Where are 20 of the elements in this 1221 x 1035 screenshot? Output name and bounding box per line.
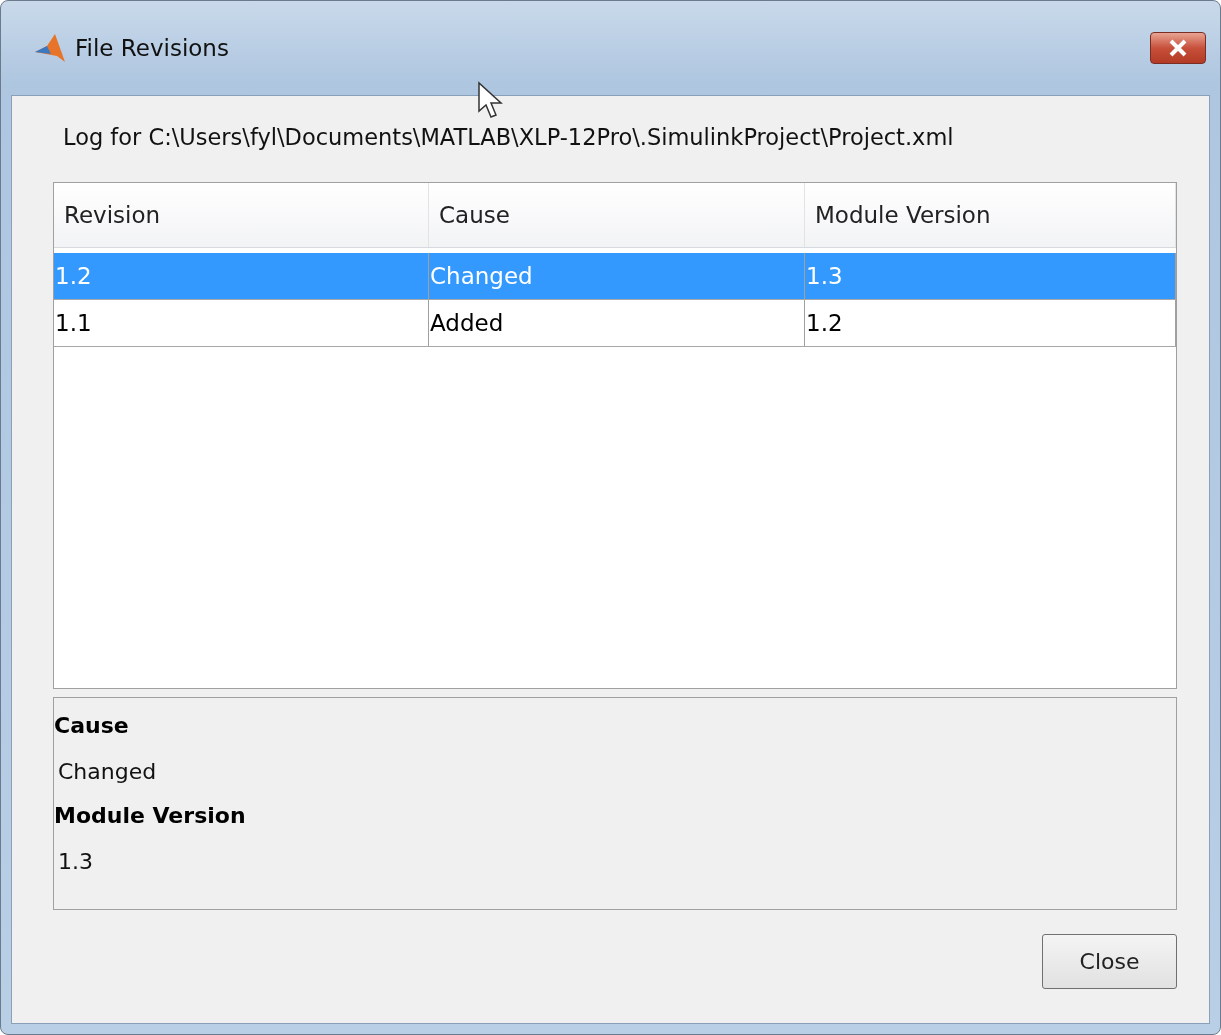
close-button[interactable]: Close: [1042, 934, 1177, 989]
column-header[interactable]: Cause: [429, 183, 805, 247]
detail-label: Cause: [54, 712, 130, 740]
table-cell: Added: [429, 300, 805, 346]
log-path-label: Log for C:\Users\fyl\Documents\MATLAB\XLP-12Pro\.SimulinkProject\Project.xml: [63, 124, 955, 152]
cursor-icon: [477, 81, 505, 121]
table-cell: 1.3: [805, 253, 1176, 299]
table-cell: 1.2: [805, 300, 1176, 346]
detail-value: 1.3: [57, 848, 94, 876]
detail-label: Module Version: [54, 802, 247, 830]
column-header[interactable]: Module Version: [805, 183, 1176, 247]
column-header[interactable]: Revision: [54, 183, 429, 247]
window-title: File Revisions: [75, 35, 229, 61]
table-cell: 1.2: [54, 253, 429, 299]
detail-value: Changed: [57, 758, 158, 786]
table-row[interactable]: 1.1 Added 1.2: [54, 300, 1176, 347]
table-cell: 1.1: [54, 300, 429, 346]
close-icon[interactable]: [1150, 32, 1206, 64]
app-logo-icon: [33, 32, 67, 64]
table-cell: Changed: [429, 253, 805, 299]
